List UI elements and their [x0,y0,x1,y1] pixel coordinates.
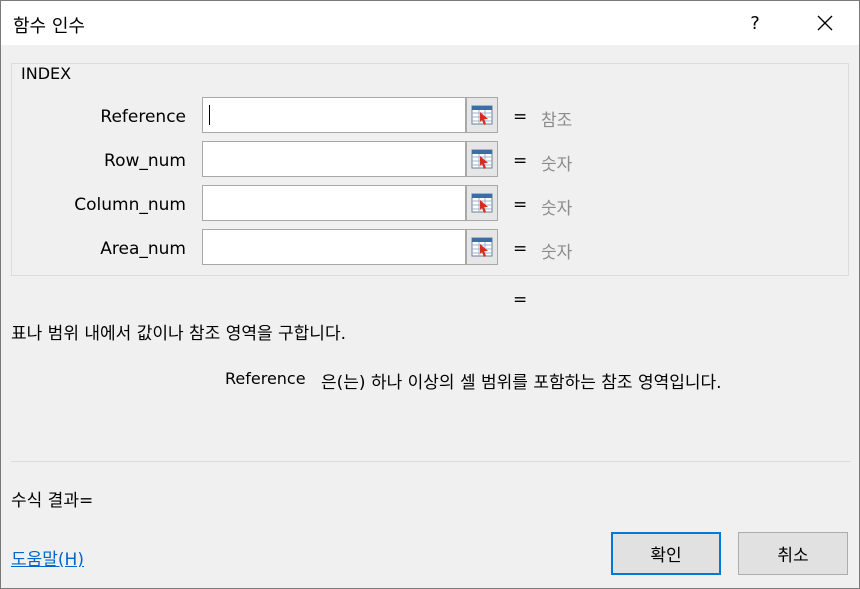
equals-sign: = [513,239,528,259]
range-selector-icon [471,149,493,169]
ok-button-label: 확인 [650,546,682,566]
function-arguments-dialog: 함수 인수 ? INDEX Reference = 참조 Row_num = 숫… [0,0,860,589]
help-button[interactable]: ? [737,1,773,45]
argument-help-text: 은(는) 하나 이상의 셀 범위를 포함하는 참조 영역입니다. [321,373,722,393]
equals-sign: = [513,195,528,215]
argument-type-area-num: 숫자 [541,243,573,263]
reference-range-button[interactable] [466,97,498,133]
window-title: 함수 인수 [13,16,85,37]
area-num-input[interactable] [202,229,466,265]
reference-input[interactable] [202,97,466,133]
argument-type-reference: 참조 [541,111,573,131]
column-num-range-button[interactable] [466,185,498,221]
close-icon [817,15,833,31]
range-selector-icon [471,237,493,257]
function-description: 표나 범위 내에서 값이나 참조 영역을 구합니다. [11,324,346,344]
argument-label-row-num: Row_num [104,151,186,171]
text-caret [209,105,210,125]
argument-help-name: Reference [225,369,306,388]
row-num-input[interactable] [202,141,466,177]
equals-sign: = [513,107,528,127]
range-selector-icon [471,105,493,125]
argument-type-row-num: 숫자 [541,155,573,175]
help-icon: ? [750,12,760,34]
ok-button[interactable]: 확인 [611,532,721,575]
formula-result: 수식 결과= [11,491,94,511]
argument-label-area-num: Area_num [100,239,186,259]
divider [11,461,851,462]
function-result-equals: = [513,290,528,310]
title-bar: 함수 인수 ? [1,1,859,45]
argument-label-column-num: Column_num [74,195,186,215]
equals-sign: = [513,151,528,171]
argument-label-reference: Reference [100,107,186,127]
help-link[interactable]: 도움말(H) [11,545,84,570]
function-name: INDEX [21,64,72,83]
close-button[interactable] [803,1,847,45]
row-num-range-button[interactable] [466,141,498,177]
area-num-range-button[interactable] [466,229,498,265]
cancel-button[interactable]: 취소 [738,532,848,575]
cancel-button-label: 취소 [777,546,809,566]
column-num-input[interactable] [202,185,466,221]
range-selector-icon [471,193,493,213]
argument-type-column-num: 숫자 [541,199,573,219]
